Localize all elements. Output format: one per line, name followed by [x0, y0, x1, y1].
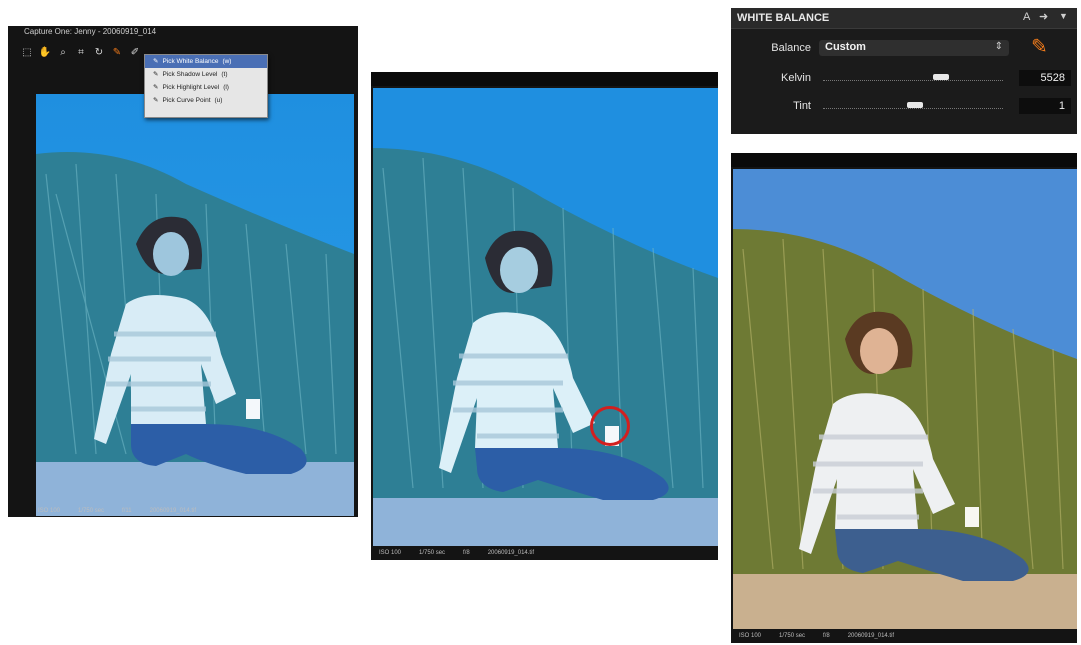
photo-scene	[373, 88, 718, 546]
aperture-readout: f/11	[122, 508, 132, 514]
iso-readout: ISO 100	[38, 508, 61, 514]
balance-label: Balance	[771, 42, 811, 54]
top-strip	[731, 153, 1077, 167]
balance-select-value: Custom	[825, 41, 866, 53]
select-stepper-icon: ⇕	[994, 41, 1003, 52]
menu-item-pick-curve-point[interactable]: ✎ Pick Curve Point (u)	[145, 94, 267, 107]
photo-canvas-corrected[interactable]	[733, 169, 1077, 629]
capture-one-window-left: Capture One: Jenny - 20060919_014 ⬚ ✋ ⌕ …	[8, 26, 358, 517]
tint-slider-handle[interactable]	[907, 102, 923, 108]
eyedropper-icon: ✎	[153, 84, 159, 91]
white-balance-pick-target-circle[interactable]	[590, 406, 630, 446]
kelvin-value-field[interactable]: 5528	[1019, 70, 1071, 86]
reset-arrow-icon[interactable]: ➜	[1039, 10, 1048, 23]
annotation-icon[interactable]: ✐	[128, 47, 142, 58]
window-title: Capture One: Jenny - 20060919_014	[24, 27, 157, 36]
tint-value-field[interactable]: 1	[1019, 98, 1071, 114]
select-tool-icon[interactable]: ⬚	[20, 47, 34, 58]
menu-item-pick-white-balance[interactable]: ✎ Pick White Balance (w)	[145, 55, 267, 68]
iso-readout: ISO 100	[739, 633, 762, 639]
top-strip	[371, 72, 718, 86]
shutter-readout: 1/750 sec	[779, 633, 806, 639]
color-picker-icon[interactable]: ✎	[110, 47, 124, 58]
kelvin-label: Kelvin	[781, 72, 811, 84]
photo-canvas-blue-picking[interactable]	[373, 88, 718, 546]
aperture-readout: f/8	[823, 633, 830, 639]
status-bar: ISO 100 1/750 sec f/11 20060919_014.tif	[32, 506, 360, 516]
status-bar: ISO 100 1/750 sec f/8 20060919_014.tif	[373, 548, 722, 558]
white-balance-picker-icon[interactable]: ✎	[1031, 34, 1053, 58]
shutter-readout: 1/750 sec	[419, 550, 446, 556]
crop-icon[interactable]: ⌗	[74, 47, 88, 58]
rotate-icon[interactable]: ↻	[92, 47, 106, 58]
panel-header: WHITE BALANCE A ➜ ▼	[731, 8, 1077, 29]
auto-button[interactable]: A	[1023, 11, 1030, 23]
eyedropper-icon: ✎	[153, 58, 159, 65]
status-bar: ISO 100 1/750 sec f/8 20060919_014.tif	[733, 631, 1081, 641]
shutter-readout: 1/750 sec	[78, 508, 105, 514]
tint-slider-track[interactable]	[823, 108, 1003, 110]
photo-scene	[733, 169, 1077, 629]
filename-readout: 20060919_014.tif	[847, 633, 895, 639]
kelvin-slider-track[interactable]	[823, 80, 1003, 82]
photo-canvas-blue[interactable]	[36, 94, 354, 516]
eyedropper-icon: ✎	[153, 97, 159, 104]
filename-readout: 20060919_014.tif	[149, 508, 196, 514]
balance-select[interactable]: Custom ⇕	[819, 40, 1009, 56]
pan-hand-icon[interactable]: ✋	[38, 47, 52, 58]
photo-scene	[36, 94, 354, 516]
aperture-readout: f/8	[463, 550, 470, 556]
iso-readout: ISO 100	[379, 550, 402, 556]
kelvin-slider-handle[interactable]	[933, 74, 949, 80]
menu-item-pick-shadow-level[interactable]: ✎ Pick Shadow Level (t)	[145, 68, 267, 81]
menu-item-pick-highlight-level[interactable]: ✎ Pick Highlight Level (l)	[145, 81, 267, 94]
tint-label: Tint	[793, 100, 811, 112]
panel-menu-chevron-icon[interactable]: ▼	[1059, 11, 1068, 21]
eyedropper-icon: ✎	[153, 71, 159, 78]
white-balance-panel: WHITE BALANCE A ➜ ▼ Balance Custom ⇕ ✎ K…	[731, 8, 1077, 134]
capture-one-window-corrected: ISO 100 1/750 sec f/8 20060919_014.tif	[731, 153, 1077, 643]
picker-dropdown-menu: ✎ Pick White Balance (w) ✎ Pick Shadow L…	[144, 54, 268, 118]
panel-title: WHITE BALANCE	[737, 12, 830, 24]
capture-one-window-middle: ISO 100 1/750 sec f/8 20060919_014.tif	[371, 72, 718, 560]
filename-readout: 20060919_014.tif	[487, 550, 535, 556]
zoom-icon[interactable]: ⌕	[56, 47, 70, 58]
